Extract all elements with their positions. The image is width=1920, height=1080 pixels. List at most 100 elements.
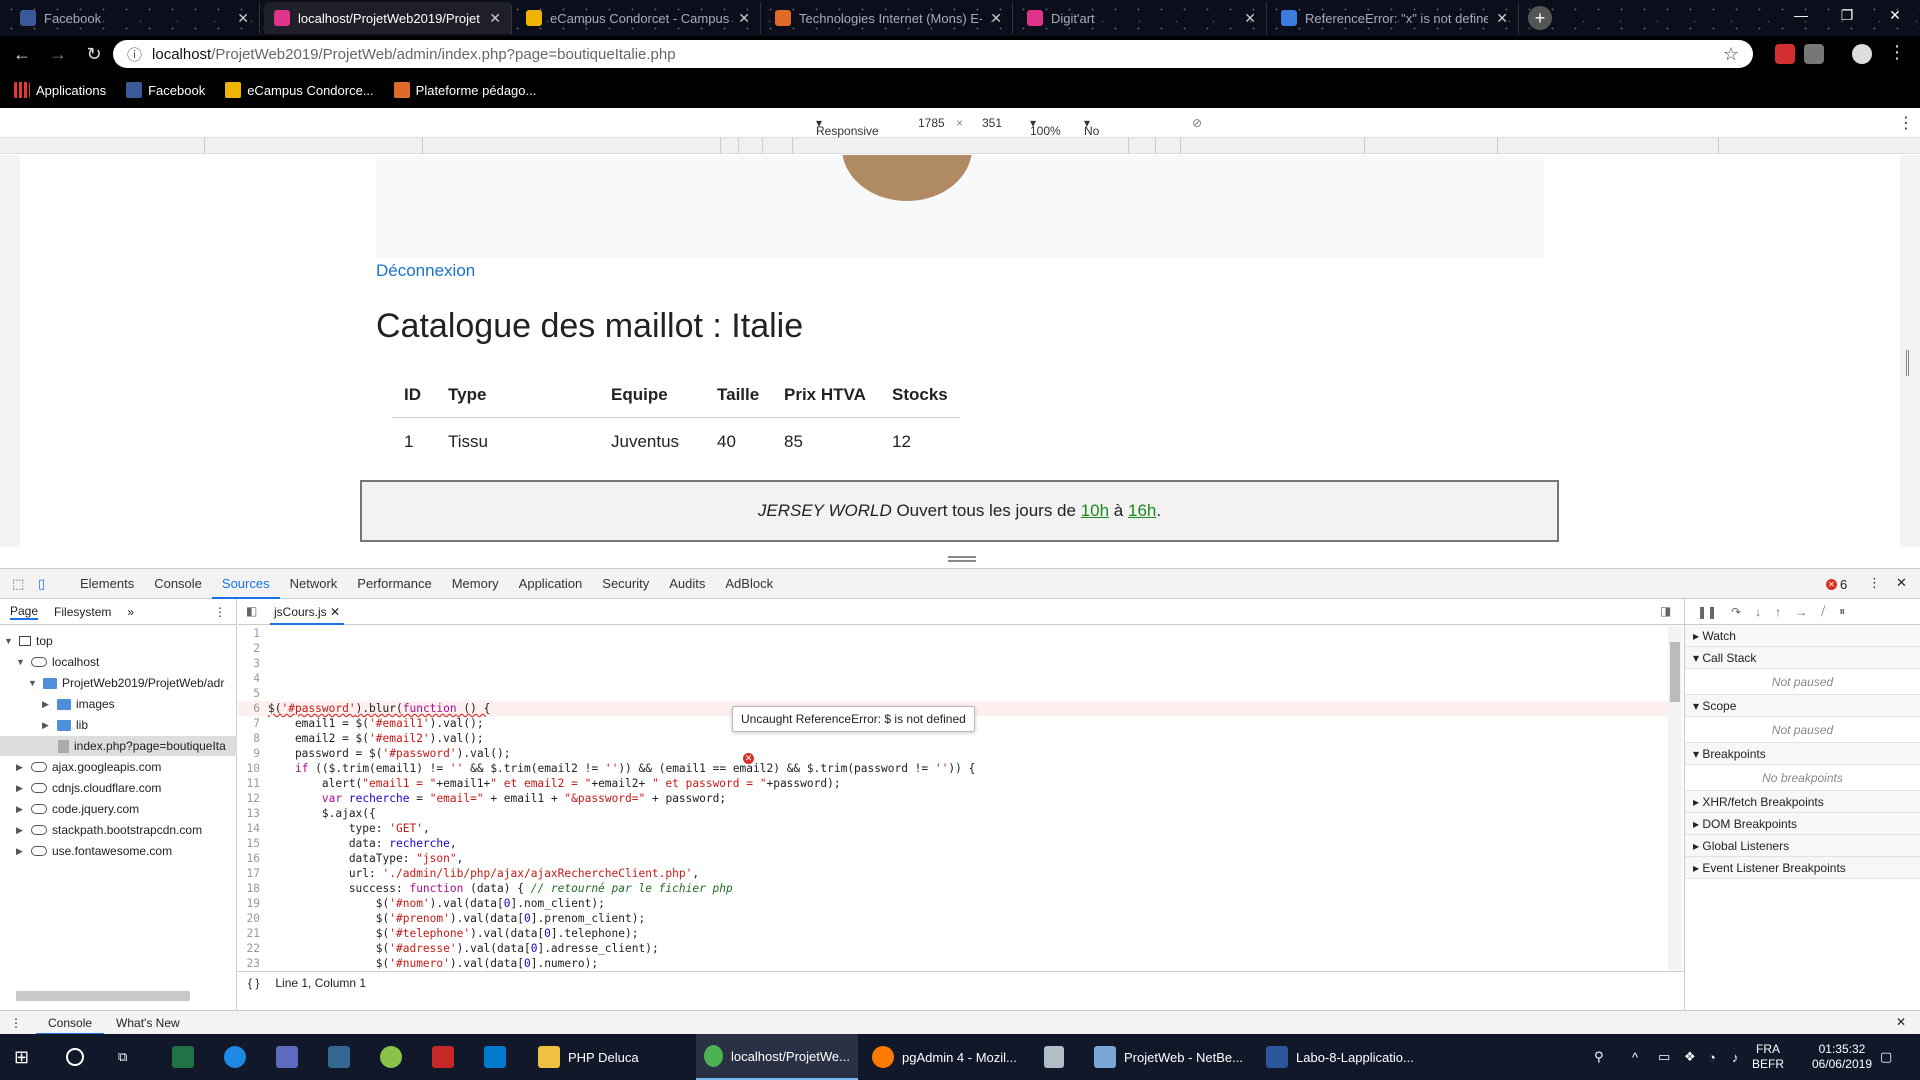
bookmark-plateforme[interactable]: Plateforme pédago... xyxy=(393,82,536,98)
battery-icon[interactable]: ▭ xyxy=(1650,1034,1678,1080)
tree-item-domain[interactable]: ▶ ajax.googleapis.com xyxy=(16,757,161,777)
tab-audits[interactable]: Audits xyxy=(659,569,715,599)
pinned-app[interactable] xyxy=(424,1034,462,1080)
vertical-scrollbar[interactable] xyxy=(1668,626,1682,970)
deactivate-breakpoints-icon[interactable]: ⧸ xyxy=(1821,604,1825,619)
drawer-menu-icon[interactable]: ⋮ xyxy=(10,1016,22,1030)
close-icon[interactable]: ✕ xyxy=(990,10,1002,27)
pinned-app[interactable] xyxy=(476,1034,514,1080)
tab-memory[interactable]: Memory xyxy=(442,569,509,599)
tab-elements[interactable]: Elements xyxy=(70,569,144,599)
tab-performance[interactable]: Performance xyxy=(347,569,441,599)
tab-network[interactable]: Network xyxy=(280,569,348,599)
close-icon[interactable]: ✕ xyxy=(738,10,750,27)
bookmark-applications[interactable]: Applications xyxy=(14,82,106,98)
watch-pane-header[interactable]: ▸ Watch xyxy=(1685,625,1920,647)
closing-hour-link[interactable]: 16h xyxy=(1128,501,1156,521)
forward-icon[interactable]: → xyxy=(44,44,72,65)
throttle-select[interactable]: No throttling ▾ xyxy=(1084,116,1130,152)
taskbar-app[interactable]: pgAdmin 4 - Mozil... xyxy=(864,1034,1026,1080)
tree-item-top[interactable]: ▼ top xyxy=(4,631,53,651)
tab-adblock[interactable]: AdBlock xyxy=(715,569,783,599)
tree-item-domain[interactable]: ▶ cdnjs.cloudflare.com xyxy=(16,778,161,798)
step-out-icon[interactable]: ↑ xyxy=(1775,605,1781,619)
drawer-tab-console[interactable]: Console xyxy=(36,1011,105,1035)
tab-security[interactable]: Security xyxy=(592,569,659,599)
volume-icon[interactable]: ♪ xyxy=(1724,1034,1747,1080)
pinned-app[interactable] xyxy=(1036,1034,1072,1080)
input-language[interactable]: FRA BEFR xyxy=(1752,1042,1784,1072)
browser-tab[interactable]: ReferenceError: "x" is not define... ✕ xyxy=(1271,2,1519,34)
toggle-debugger-icon[interactable]: ◨ xyxy=(1660,604,1671,618)
step-over-icon[interactable]: ↷ xyxy=(1731,605,1741,619)
bookmark-star-icon[interactable]: ☆ xyxy=(1723,44,1739,65)
close-icon[interactable]: ✕ xyxy=(489,10,501,27)
xhr-breakpoints-pane-header[interactable]: ▸ XHR/fetch Breakpoints xyxy=(1685,791,1920,813)
close-icon[interactable]: ✕ xyxy=(330,605,340,619)
pinned-app[interactable] xyxy=(320,1034,358,1080)
horizontal-scrollbar[interactable] xyxy=(16,991,190,1001)
viewport-resize-handle[interactable] xyxy=(1906,350,1909,376)
tree-item-lib[interactable]: ▶ lib xyxy=(42,715,88,735)
step-into-icon[interactable]: ↓ xyxy=(1755,605,1761,619)
extension-icon[interactable] xyxy=(1775,44,1795,64)
close-icon[interactable]: ✕ xyxy=(1496,10,1508,27)
new-tab-button[interactable]: + xyxy=(1528,6,1552,30)
toggle-navigator-icon[interactable]: ◧ xyxy=(246,604,257,618)
task-view-button[interactable]: ⧉ xyxy=(110,1034,135,1080)
dom-breakpoints-pane-header[interactable]: ▸ DOM Breakpoints xyxy=(1685,813,1920,835)
address-bar[interactable]: ⓘ localhost /ProjetWeb2019/ProjetWeb/adm… xyxy=(113,40,1753,68)
notifications-icon[interactable]: ▢ xyxy=(1872,1034,1900,1080)
pinned-app[interactable] xyxy=(268,1034,306,1080)
global-listeners-pane-header[interactable]: ▸ Global Listeners xyxy=(1685,835,1920,857)
close-drawer-icon[interactable]: ✕ xyxy=(1896,1015,1906,1029)
close-icon[interactable]: ✕ xyxy=(237,10,249,27)
pinned-app[interactable] xyxy=(164,1034,202,1080)
scrollbar-thumb[interactable] xyxy=(1670,642,1680,702)
pretty-print-icon[interactable]: { } xyxy=(248,976,259,990)
info-icon[interactable]: ⓘ xyxy=(127,44,142,65)
breakpoints-pane-header[interactable]: ▾ Breakpoints xyxy=(1685,743,1920,765)
drawer-tab-whats-new[interactable]: What's New xyxy=(104,1011,192,1035)
inspect-element-icon[interactable]: ⬚ xyxy=(12,576,26,592)
reload-icon[interactable]: ↻ xyxy=(80,44,108,65)
tab-sources[interactable]: Sources xyxy=(211,569,280,599)
tree-item-localhost[interactable]: ▼ localhost xyxy=(16,652,99,672)
more-tabs-icon[interactable]: » xyxy=(127,605,134,619)
error-counter[interactable]: ✕ 6 xyxy=(1826,577,1847,592)
device-toggle-icon[interactable]: ▯ xyxy=(38,576,52,592)
pinned-app[interactable] xyxy=(372,1034,410,1080)
browser-tab-active[interactable]: localhost/ProjetWeb2019/Projet... ✕ xyxy=(264,2,512,34)
close-devtools-icon[interactable]: ✕ xyxy=(1896,575,1907,591)
start-button[interactable]: ⊞ xyxy=(6,1034,37,1080)
call-stack-pane-header[interactable]: ▾ Call Stack xyxy=(1685,647,1920,669)
close-icon[interactable]: ✕ xyxy=(1244,10,1256,27)
code-content[interactable]: 1 2 3 4 5 6 $('#password').blur(function … xyxy=(238,626,1668,970)
browser-tab[interactable]: Technologies Internet (Mons) E-... ✕ xyxy=(765,2,1013,34)
network-icon[interactable]: ◔ xyxy=(1700,1034,1724,1080)
tree-item-folder[interactable]: ▼ ProjetWeb2019/ProjetWeb/adr xyxy=(28,673,224,693)
taskbar-app-active[interactable]: localhost/ProjetWe... xyxy=(696,1034,858,1080)
viewport-width-input[interactable]: 1785 xyxy=(918,116,945,130)
bookmark-ecampus[interactable]: eCampus Condorce... xyxy=(225,82,374,98)
step-icon[interactable]: → xyxy=(1795,605,1807,619)
device-mode-select[interactable]: Responsive ▾ xyxy=(816,116,879,138)
taskbar-app[interactable]: Labo-8-Lapplicatio... xyxy=(1258,1034,1426,1080)
pause-icon[interactable]: ❚❚ xyxy=(1697,605,1717,619)
opening-hour-link[interactable]: 10h xyxy=(1081,501,1109,521)
scope-pane-header[interactable]: ▾ Scope xyxy=(1685,695,1920,717)
back-icon[interactable]: ← xyxy=(8,44,36,65)
tray-people-icon[interactable]: ⚲ xyxy=(1586,1034,1612,1080)
browser-tab[interactable]: Facebook ✕ xyxy=(10,2,260,34)
navigator-menu-icon[interactable]: ⋮ xyxy=(214,605,226,619)
browser-tab[interactable]: Digit'art ✕ xyxy=(1017,2,1267,34)
taskbar-app[interactable]: ProjetWeb - NetBe... xyxy=(1086,1034,1252,1080)
clock[interactable]: 01:35:32 06/06/2019 xyxy=(1812,1042,1872,1072)
extension-icon[interactable] xyxy=(1804,44,1824,64)
bookmark-facebook[interactable]: Facebook xyxy=(126,82,205,98)
logout-link[interactable]: Déconnexion xyxy=(376,261,475,281)
search-button[interactable] xyxy=(58,1034,92,1080)
profile-avatar-icon[interactable] xyxy=(1852,44,1872,64)
tray-overflow-icon[interactable]: ^ xyxy=(1624,1034,1646,1080)
devtools-resize-handle[interactable] xyxy=(948,556,976,562)
